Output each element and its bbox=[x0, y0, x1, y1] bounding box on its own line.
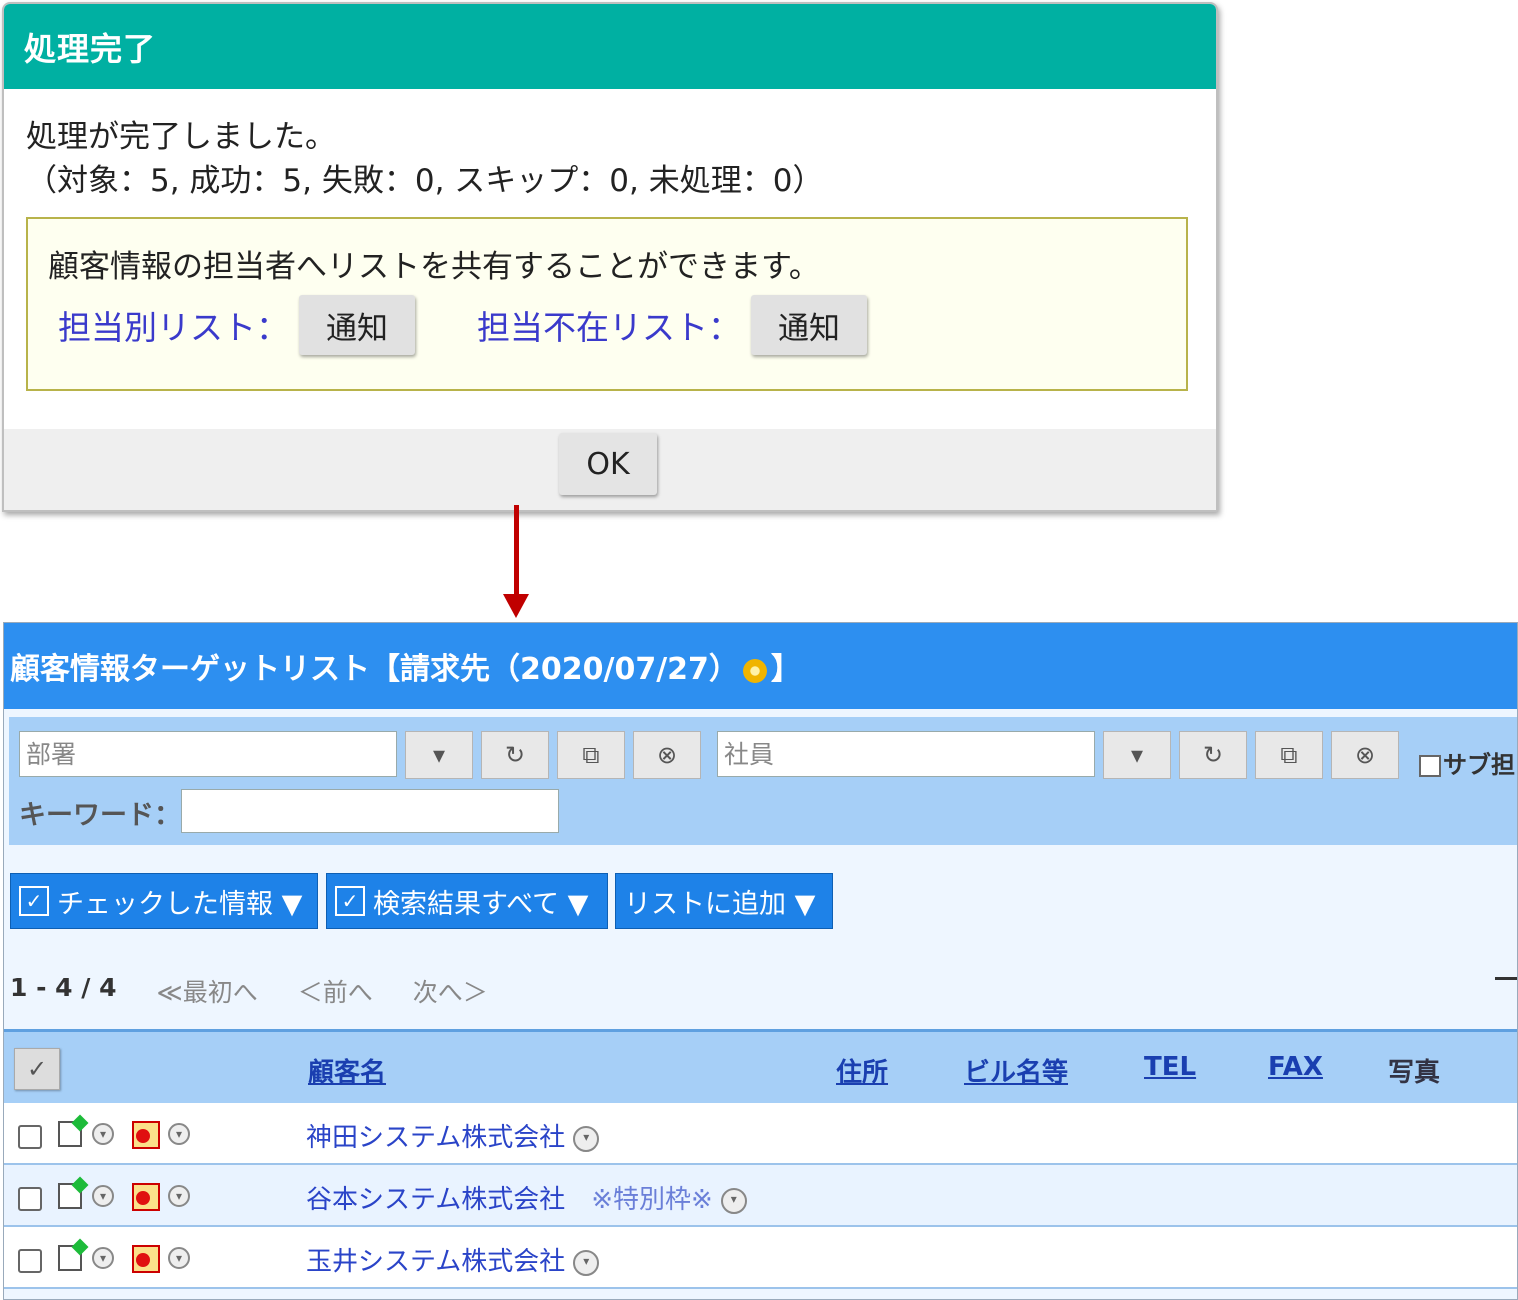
detail-icon[interactable]: ▾ bbox=[573, 1249, 600, 1276]
add-to-list-menu[interactable]: リストに追加 ▼ bbox=[615, 873, 833, 929]
all-results-label: 検索結果すべて ▼ bbox=[373, 888, 589, 920]
table-row: ▾ ▾ 谷本システム株式会社 ※特別枠※ ▾ bbox=[4, 1165, 1517, 1227]
flow-arrow-head bbox=[503, 594, 529, 618]
expand-icon[interactable]: ▾ bbox=[92, 1123, 114, 1145]
customer-name[interactable]: 玉井システム株式会社 bbox=[306, 1247, 565, 1277]
first-page-link[interactable]: ≪最初へ bbox=[157, 973, 258, 1009]
check-icon: ✓ bbox=[19, 886, 49, 916]
share-info-text: 顧客情報の担当者へリストを共有することができます。 bbox=[48, 249, 820, 285]
copy-icon: ⧉ bbox=[1280, 741, 1298, 769]
keyword-label: キーワード： bbox=[19, 800, 181, 831]
expand-icon[interactable]: ▾ bbox=[168, 1123, 190, 1145]
table-row: ▾ ▾ 玉井システム株式会社 ▾ bbox=[4, 1227, 1517, 1289]
flow-arrow-line bbox=[514, 505, 519, 597]
department-dropdown-button[interactable]: ▾ bbox=[405, 731, 473, 779]
completion-dialog: 処理完了 処理が完了しました。 （対象：5, 成功：5, 失敗：0, スキップ：… bbox=[2, 2, 1218, 512]
edit-icon[interactable] bbox=[58, 1121, 82, 1147]
mail-icon[interactable] bbox=[132, 1183, 160, 1211]
checkbox-icon bbox=[1419, 755, 1441, 777]
clear-icon: ⊗ bbox=[1354, 741, 1376, 769]
pager: 1 - 4 / 4 ≪最初へ ＜前へ 次へ＞ bbox=[10, 973, 488, 1009]
collapse-icon[interactable] bbox=[1495, 977, 1517, 980]
screen-title: 顧客情報ターゲットリスト【請求先（2020/07/27） 】 bbox=[10, 644, 801, 688]
chevron-down-icon: ▾ bbox=[1130, 741, 1144, 769]
ok-button[interactable]: OK bbox=[559, 433, 657, 495]
dialog-body: 処理が完了しました。 （対象：5, 成功：5, 失敗：0, スキップ：0, 未処… bbox=[4, 89, 1216, 429]
detail-icon[interactable]: ▾ bbox=[573, 1125, 600, 1152]
share-actions: 担当別リスト： 通知 担当不在リスト： 通知 bbox=[58, 295, 867, 355]
notify-by-person-button[interactable]: 通知 bbox=[299, 295, 415, 355]
employee-reset-button[interactable]: ↻ bbox=[1179, 731, 1247, 779]
expand-icon[interactable]: ▾ bbox=[168, 1247, 190, 1269]
customer-name-link[interactable]: 神田システム株式会社 ▾ bbox=[306, 1117, 600, 1154]
edit-icon[interactable] bbox=[58, 1183, 82, 1209]
table-header: ✓ 顧客名 住所 ビル名等 TEL FAX 写真 bbox=[4, 1029, 1517, 1107]
completion-message: 処理が完了しました。 bbox=[26, 119, 336, 155]
expand-icon[interactable]: ▾ bbox=[92, 1185, 114, 1207]
column-tel[interactable]: TEL bbox=[1144, 1052, 1196, 1082]
checked-info-label: チェックした情報 ▼ bbox=[57, 888, 303, 920]
customer-name[interactable]: 神田システム株式会社 bbox=[306, 1123, 565, 1153]
refresh-icon: ↻ bbox=[504, 741, 526, 769]
department-reset-button[interactable]: ↻ bbox=[481, 731, 549, 779]
screen-title-text: 顧客情報ターゲットリスト【請求先（2020/07/27） bbox=[10, 652, 739, 687]
refresh-icon: ↻ bbox=[1202, 741, 1224, 769]
row-checkbox[interactable] bbox=[18, 1249, 42, 1273]
target-list-screen: 顧客情報ターゲットリスト【請求先（2020/07/27） 】 部署 ▾ ↻ ⧉ ⊗… bbox=[3, 622, 1518, 1300]
screen-header: 顧客情報ターゲットリスト【請求先（2020/07/27） 】 bbox=[4, 623, 1517, 709]
dialog-header: 処理完了 bbox=[4, 4, 1216, 89]
checked-info-menu[interactable]: ✓ チェックした情報 ▼ bbox=[10, 873, 318, 929]
column-address[interactable]: 住所 bbox=[836, 1052, 888, 1089]
prev-page-link[interactable]: ＜前へ bbox=[298, 973, 373, 1009]
notify-absent-button[interactable]: 通知 bbox=[751, 295, 867, 355]
mail-icon[interactable] bbox=[132, 1245, 160, 1273]
copy-icon: ⧉ bbox=[582, 741, 600, 769]
mail-icon[interactable] bbox=[132, 1121, 160, 1149]
expand-icon[interactable]: ▾ bbox=[92, 1247, 114, 1269]
table-row: ▾ ▾ 神田システム株式会社 ▾ bbox=[4, 1103, 1517, 1165]
dialog-title: 処理完了 bbox=[24, 29, 157, 68]
clear-icon: ⊗ bbox=[656, 741, 678, 769]
chevron-down-icon: ▾ bbox=[432, 741, 446, 769]
employee-copy-button[interactable]: ⧉ bbox=[1255, 731, 1323, 779]
filter-panel: 部署 ▾ ↻ ⧉ ⊗ 社員 ▾ ↻ ⧉ ⊗ サブ担 キーワード： bbox=[9, 717, 1517, 845]
employee-clear-button[interactable]: ⊗ bbox=[1331, 731, 1399, 779]
detail-icon[interactable]: ▾ bbox=[720, 1187, 747, 1214]
row-checkbox[interactable] bbox=[18, 1125, 42, 1149]
employee-dropdown-button[interactable]: ▾ bbox=[1103, 731, 1171, 779]
customer-name[interactable]: 谷本システム株式会社 bbox=[306, 1185, 565, 1215]
dialog-footer: OK bbox=[4, 429, 1216, 510]
column-photo: 写真 bbox=[1388, 1058, 1441, 1088]
keyword-input[interactable] bbox=[181, 789, 559, 833]
sub-owner-checkbox[interactable]: サブ担 bbox=[1419, 745, 1515, 780]
all-results-menu[interactable]: ✓ 検索結果すべて ▼ bbox=[326, 873, 608, 929]
gear-icon[interactable] bbox=[742, 658, 767, 683]
select-all-checkbox[interactable]: ✓ bbox=[14, 1048, 60, 1090]
customer-note: ※特別枠※ bbox=[591, 1185, 713, 1215]
column-customer-name[interactable]: 顧客名 bbox=[308, 1052, 386, 1089]
share-info-box: 顧客情報の担当者へリストを共有することができます。 担当別リスト： 通知 担当不… bbox=[26, 217, 1188, 391]
by-person-list-label: 担当別リスト： bbox=[58, 308, 289, 347]
customer-name-link[interactable]: 玉井システム株式会社 ▾ bbox=[306, 1241, 600, 1278]
employee-select[interactable]: 社員 bbox=[717, 731, 1095, 777]
result-count: 1 - 4 / 4 bbox=[10, 973, 117, 1002]
next-page-link[interactable]: 次へ＞ bbox=[413, 973, 488, 1009]
screen-title-end: 】 bbox=[770, 652, 801, 687]
sub-owner-label: サブ担 bbox=[1443, 751, 1515, 779]
column-building[interactable]: ビル名等 bbox=[964, 1052, 1068, 1089]
column-fax[interactable]: FAX bbox=[1268, 1052, 1323, 1082]
department-copy-button[interactable]: ⧉ bbox=[557, 731, 625, 779]
check-icon: ✓ bbox=[335, 886, 365, 916]
department-select[interactable]: 部署 bbox=[19, 731, 397, 777]
row-checkbox[interactable] bbox=[18, 1187, 42, 1211]
expand-icon[interactable]: ▾ bbox=[168, 1185, 190, 1207]
department-clear-button[interactable]: ⊗ bbox=[633, 731, 701, 779]
customer-name-link[interactable]: 谷本システム株式会社 ※特別枠※ ▾ bbox=[306, 1179, 747, 1216]
edit-icon[interactable] bbox=[58, 1245, 82, 1271]
completion-stats: （対象：5, 成功：5, 失敗：0, スキップ：0, 未処理：0） bbox=[26, 163, 824, 199]
absent-list-label: 担当不在リスト： bbox=[477, 308, 741, 347]
add-to-list-label: リストに追加 ▼ bbox=[624, 888, 816, 920]
